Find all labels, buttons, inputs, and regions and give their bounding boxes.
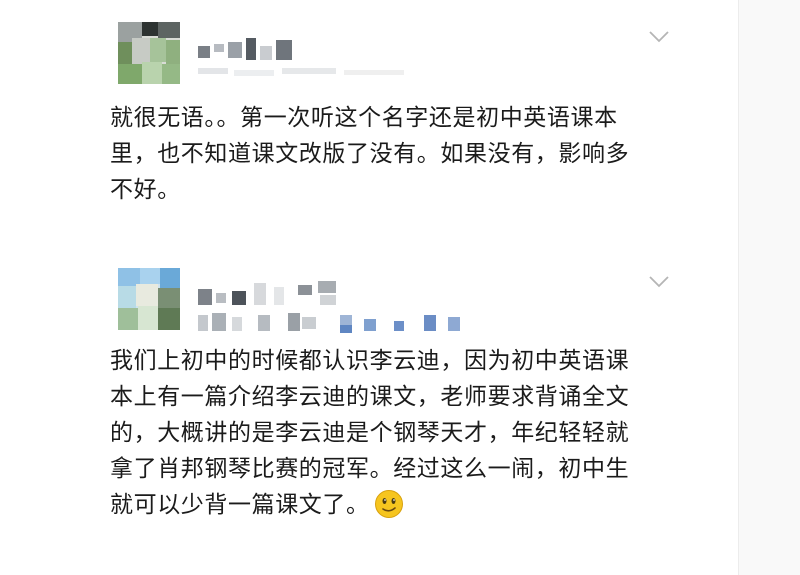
comment-post-1: 就很无语。。第一次听这个名字还是初中英语课本 里，也不知道课文改版了没有。如果没… (0, 0, 738, 230)
right-scroll-rail[interactable] (738, 0, 800, 575)
avatar[interactable] (118, 22, 180, 84)
thinking-smile-emoji (374, 490, 403, 518)
author-name-blurred[interactable] (198, 279, 378, 309)
avatar[interactable] (118, 268, 180, 330)
author-meta-blurred (198, 313, 478, 335)
comment-text: 我们上初中的时候都认识李云迪，因为初中英语课 本上有一篇介绍李云迪的课文，老师要… (110, 343, 670, 523)
chevron-down-icon[interactable] (648, 30, 670, 44)
chevron-down-icon[interactable] (648, 275, 670, 289)
comment-feed: 就很无语。。第一次听这个名字还是初中英语课本 里，也不知道课文改版了没有。如果没… (0, 0, 800, 575)
author-name-blurred[interactable] (198, 36, 308, 66)
author-meta-blurred (198, 68, 418, 78)
comment-text: 就很无语。。第一次听这个名字还是初中英语课本 里，也不知道课文改版了没有。如果没… (110, 105, 630, 203)
comment-post-2: 我们上初中的时候都认识李云迪，因为初中英语课 本上有一篇介绍李云迪的课文，老师要… (0, 255, 738, 555)
comment-text-body: 我们上初中的时候都认识李云迪，因为初中英语课 本上有一篇介绍李云迪的课文，老师要… (110, 348, 630, 518)
